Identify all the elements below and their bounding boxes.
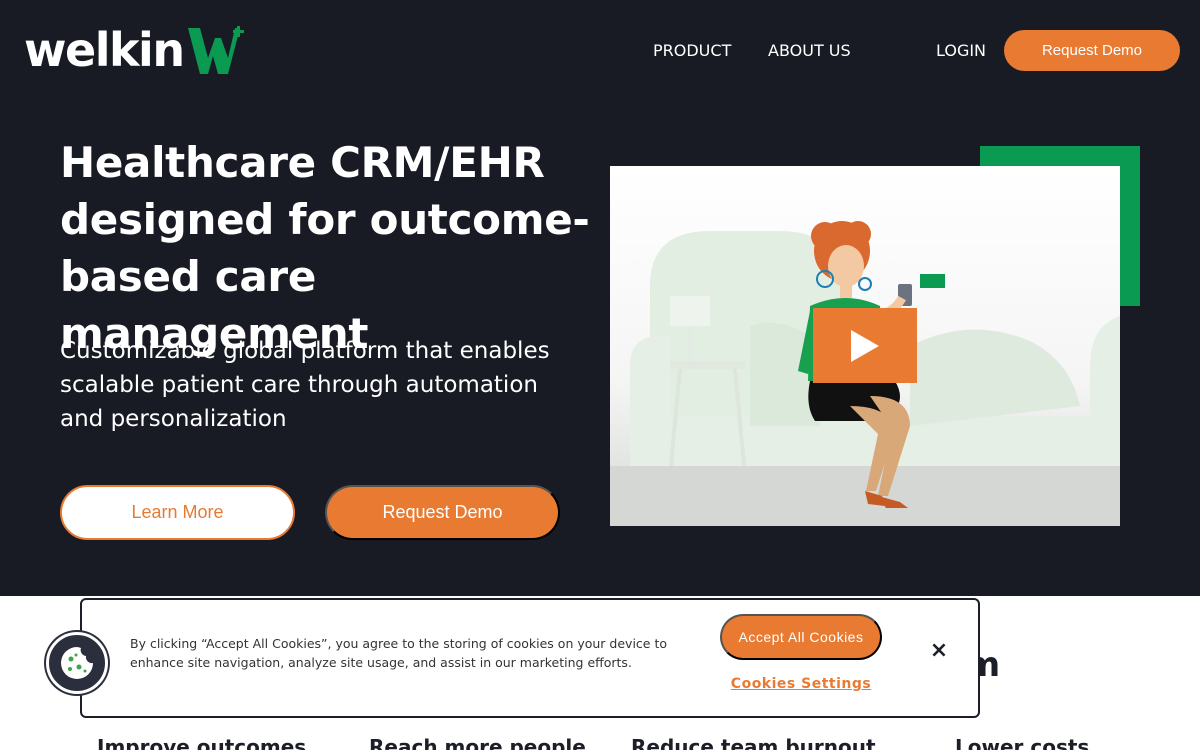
cookie-consent-text: By clicking “Accept All Cookies”, you ag…	[130, 636, 667, 670]
video-player[interactable]	[610, 166, 1120, 526]
nav-product[interactable]: PRODUCT	[653, 40, 731, 62]
accept-all-cookies-button[interactable]: Accept All Cookies	[720, 614, 882, 660]
benefit-reach-more-people: Reach more people	[369, 735, 586, 750]
cookie-consent-banner: By clicking “Accept All Cookies”, you ag…	[80, 598, 980, 718]
hero-title: Healthcare CRM/EHR designed for outcome-…	[60, 138, 590, 358]
hero-request-demo-button[interactable]: Request Demo	[325, 485, 560, 540]
nav-about-us[interactable]: ABOUT US	[768, 40, 851, 62]
benefit-improve-outcomes: Improve outcomes	[97, 735, 307, 750]
logo-wordmark: welkin	[24, 23, 185, 77]
cookie-preferences-button[interactable]	[46, 632, 108, 694]
learn-more-button[interactable]: Learn More	[60, 485, 295, 540]
welkin-logo[interactable]: welkin	[24, 24, 246, 76]
close-icon[interactable]: ×	[927, 638, 951, 663]
nav-login[interactable]: LOGIN	[936, 40, 986, 62]
benefit-lower-costs: Lower costs	[955, 735, 1090, 750]
cookies-settings-link[interactable]: Cookies Settings	[720, 676, 882, 692]
benefit-reduce-team-burnout: Reduce team burnout	[631, 735, 876, 750]
hero-section: welkin PRODUCT ABOUT US LOGIN Request De…	[0, 0, 1200, 596]
play-button[interactable]	[813, 308, 917, 383]
hero-subtitle: Customizable global platform that enable…	[60, 338, 550, 432]
welkin-w-logo-icon	[187, 26, 244, 74]
cookie-icon	[61, 647, 93, 679]
header-request-demo-button[interactable]: Request Demo	[1004, 30, 1180, 71]
play-icon	[851, 329, 879, 362]
